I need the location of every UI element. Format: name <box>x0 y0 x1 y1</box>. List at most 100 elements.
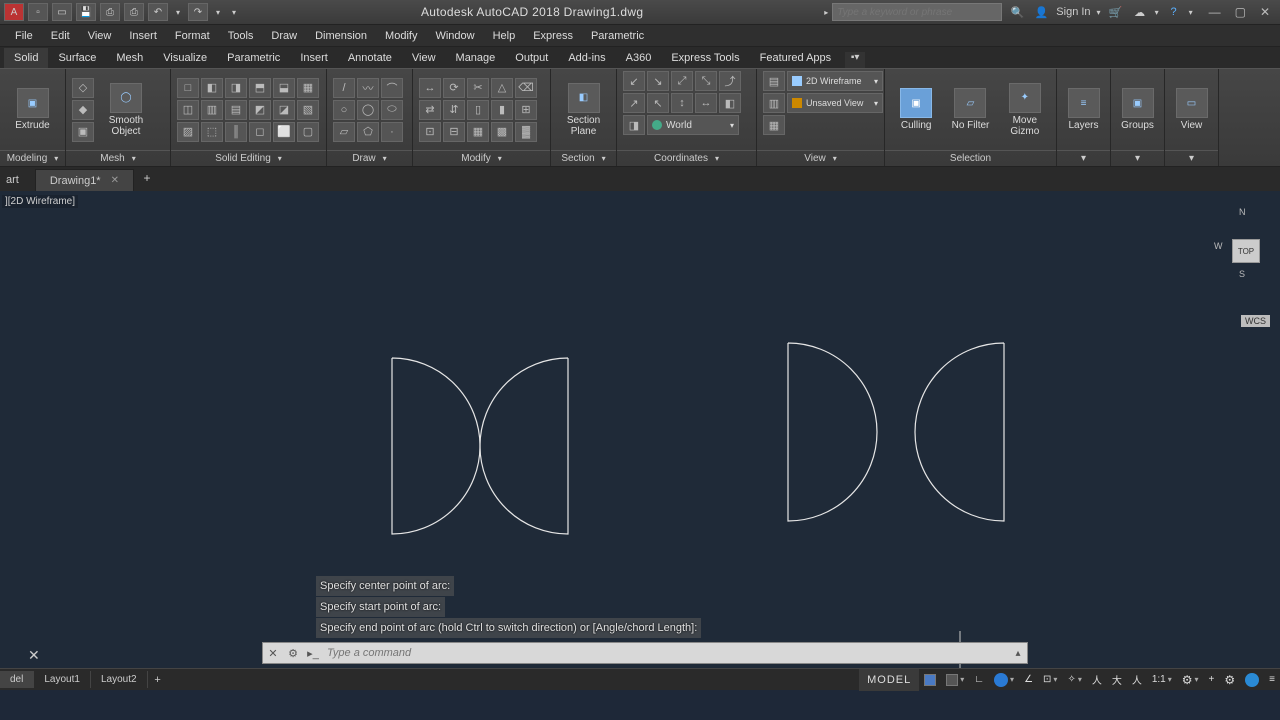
ucs-tool[interactable]: ◨ <box>623 115 645 135</box>
extrude-button[interactable]: ▣Extrude <box>6 88 59 131</box>
panel-modeling-label[interactable]: Modeling <box>0 150 65 166</box>
se-tool[interactable]: ⬚ <box>201 122 223 142</box>
ribbon-overflow[interactable]: ▪▾ <box>845 52 865 68</box>
infocenter-search[interactable] <box>832 3 1002 21</box>
se-tool[interactable]: ║ <box>225 122 247 142</box>
tab-solid[interactable]: Solid <box>4 48 48 68</box>
mesh-tool[interactable]: ◆ <box>72 100 94 120</box>
se-tool[interactable]: ◻ <box>249 122 271 142</box>
mod-tool[interactable]: ▓ <box>515 122 537 142</box>
viewpanel-button[interactable]: ▭View <box>1171 88 1212 131</box>
visual-style-combo[interactable]: 2D Wireframe▾ <box>787 71 883 91</box>
menu-modify[interactable]: Modify <box>376 27 426 45</box>
gizmo-button[interactable]: ✦Move Gizmo <box>1000 83 1050 137</box>
panel-solidediting-label[interactable]: Solid Editing <box>171 150 326 166</box>
viewcube-n[interactable]: N <box>1239 207 1246 217</box>
panel-modify-label[interactable]: Modify <box>413 150 550 166</box>
mod-tool[interactable]: ⊞ <box>515 100 537 120</box>
viewcube-s[interactable]: S <box>1239 269 1245 279</box>
panel-view-label[interactable]: View <box>757 150 884 166</box>
se-tool[interactable]: ▢ <box>297 122 319 142</box>
view-tool[interactable]: ▥ <box>763 93 785 113</box>
cmd-close-icon[interactable]: ✕ <box>263 643 283 663</box>
groups-button[interactable]: ▣Groups <box>1117 88 1158 131</box>
panel-layers-label[interactable]: ▾ <box>1057 150 1110 166</box>
panel-section-label[interactable]: Section <box>551 150 616 166</box>
undo-dropdown[interactable]: ▾ <box>172 8 184 17</box>
tab-a360[interactable]: A360 <box>616 48 662 68</box>
command-line[interactable]: ✕ ⚙ ▸_ ▴ <box>262 642 1028 664</box>
status-osnap-icon[interactable]: ⊡▾ <box>1038 669 1062 691</box>
se-tool[interactable]: ⬜ <box>273 122 295 142</box>
draw-tool[interactable]: ○ <box>333 100 355 120</box>
mesh-tool[interactable]: ◇ <box>72 78 94 98</box>
se-tool[interactable]: ⬓ <box>273 78 295 98</box>
menu-window[interactable]: Window <box>426 27 483 45</box>
se-tool[interactable]: ▤ <box>225 100 247 120</box>
panel-viewp-label[interactable]: ▾ <box>1165 150 1218 166</box>
qat-customize[interactable]: ▾ <box>228 8 240 17</box>
save-icon[interactable]: 💾 <box>76 3 96 21</box>
tab-output[interactable]: Output <box>505 48 558 68</box>
new-doc-tab[interactable]: + <box>136 171 158 191</box>
section-plane-button[interactable]: ◧Section Plane <box>557 83 610 137</box>
se-tool[interactable]: ◫ <box>177 100 199 120</box>
nofilter-button[interactable]: ▱No Filter <box>945 88 995 131</box>
status-3dosnap-icon[interactable]: ✧▾ <box>1062 669 1086 691</box>
menu-express[interactable]: Express <box>524 27 582 45</box>
ucs-tool[interactable]: ⤡ <box>695 71 717 91</box>
view-tool[interactable]: ▤ <box>763 71 785 91</box>
status-qp-icon[interactable]: 人 <box>1127 669 1147 691</box>
se-tool[interactable]: ▥ <box>201 100 223 120</box>
draw-tool[interactable]: ⬠ <box>357 122 379 142</box>
help-dropdown[interactable]: ▾ <box>1189 8 1193 17</box>
wcs-label[interactable]: WCS <box>1241 315 1270 327</box>
se-tool[interactable]: □ <box>177 78 199 98</box>
ucs-combo[interactable]: World▾ <box>647 115 739 135</box>
draw-tool[interactable]: ⌒ <box>381 78 403 98</box>
mod-tool[interactable]: △ <box>491 78 513 98</box>
doc-tab-start[interactable]: art <box>0 169 33 191</box>
tab-addins[interactable]: Add-ins <box>558 48 615 68</box>
tab-visualize[interactable]: Visualize <box>153 48 217 68</box>
status-plus-icon[interactable]: + <box>1204 669 1220 691</box>
status-customize-icon[interactable]: ≡ <box>1264 669 1280 691</box>
mod-tool[interactable]: ⊡ <box>419 122 441 142</box>
menu-format[interactable]: Format <box>166 27 219 45</box>
mod-tool[interactable]: ⟳ <box>443 78 465 98</box>
menu-parametric[interactable]: Parametric <box>582 27 653 45</box>
tab-parametric[interactable]: Parametric <box>217 48 290 68</box>
close-tab-icon[interactable]: ✕ <box>111 175 119 186</box>
model-viewport[interactable]: ][2D Wireframe] N W TOP S WCS Specify ce… <box>0 191 1280 668</box>
se-tool[interactable]: ◧ <box>201 78 223 98</box>
ucs-tool[interactable]: ↗ <box>623 93 645 113</box>
redo-dropdown[interactable]: ▾ <box>212 8 224 17</box>
undo-icon[interactable]: ↶ <box>148 3 168 21</box>
help-icon[interactable]: ? <box>1165 3 1183 21</box>
status-tpy-icon[interactable]: 大 <box>1107 669 1127 691</box>
saved-view-combo[interactable]: Unsaved View▾ <box>787 93 883 113</box>
ucs-tool[interactable]: ⤢ <box>671 71 693 91</box>
draw-tool[interactable]: 〰 <box>357 78 379 98</box>
panel-draw-label[interactable]: Draw <box>327 150 412 166</box>
status-ortho-icon[interactable]: ∟ <box>969 669 989 691</box>
signin-link[interactable]: Sign In <box>1056 6 1090 18</box>
status-gear-icon[interactable]: ⚙▾ <box>1177 669 1204 691</box>
mod-tool[interactable]: ⌫ <box>515 78 537 98</box>
mod-tool[interactable]: ▮ <box>491 100 513 120</box>
signin-dropdown[interactable]: ▾ <box>1097 8 1101 17</box>
status-grid-icon[interactable] <box>919 669 941 691</box>
mod-tool[interactable]: ⇄ <box>419 100 441 120</box>
doc-tab-drawing1[interactable]: Drawing1*✕ <box>35 169 134 191</box>
add-layout-button[interactable]: + <box>148 674 168 686</box>
status-lwt-icon[interactable]: 人 <box>1087 669 1107 691</box>
exchange-icon[interactable]: 🛒 <box>1107 3 1125 21</box>
tab-insert[interactable]: Insert <box>290 48 338 68</box>
window-minimize[interactable]: — <box>1209 5 1221 19</box>
mesh-tool[interactable]: ▣ <box>72 122 94 142</box>
se-tool[interactable]: ◪ <box>273 100 295 120</box>
se-tool[interactable]: ◩ <box>249 100 271 120</box>
menu-insert[interactable]: Insert <box>120 27 166 45</box>
window-maximize[interactable]: ▢ <box>1235 5 1246 19</box>
mod-tool[interactable]: ↔ <box>419 78 441 98</box>
